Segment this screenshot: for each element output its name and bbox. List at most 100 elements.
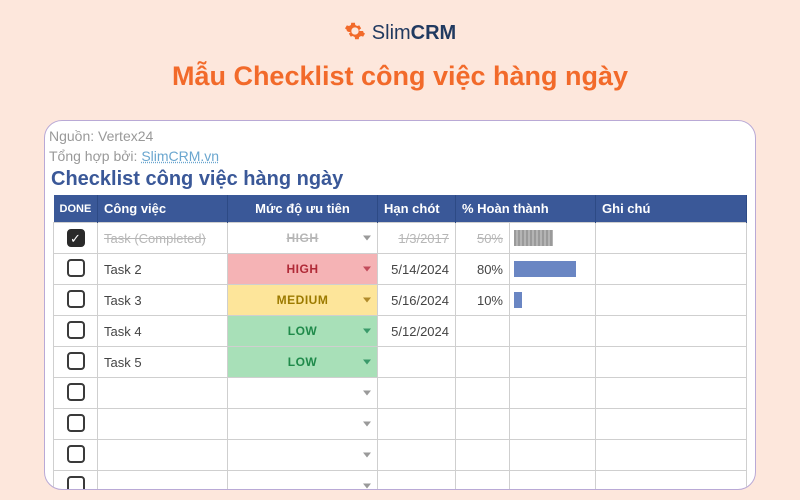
- priority-cell[interactable]: LOW: [228, 347, 378, 378]
- task-name: Task 4: [104, 324, 142, 339]
- priority-cell[interactable]: MEDIUM: [228, 285, 378, 316]
- pct-cell[interactable]: [456, 347, 510, 378]
- done-checkbox[interactable]: [67, 352, 85, 370]
- pct-cell[interactable]: 10%: [456, 285, 510, 316]
- notes-cell[interactable]: [596, 223, 747, 254]
- notes-cell[interactable]: [596, 285, 747, 316]
- pct-cell[interactable]: [456, 440, 510, 471]
- pct-value: 80%: [477, 262, 503, 277]
- priority-cell[interactable]: HIGH: [228, 254, 378, 285]
- done-checkbox[interactable]: [67, 476, 85, 490]
- notes-cell[interactable]: [596, 254, 747, 285]
- priority-cell[interactable]: [228, 409, 378, 440]
- task-cell[interactable]: Task 4: [98, 316, 228, 347]
- col-priority: Mức độ ưu tiên: [228, 195, 378, 223]
- progress-bar-cell: [510, 347, 596, 378]
- due-cell[interactable]: 5/12/2024: [378, 316, 456, 347]
- done-checkbox[interactable]: [67, 321, 85, 339]
- table-row: [54, 409, 747, 440]
- due-cell[interactable]: [378, 378, 456, 409]
- progress-bar: [514, 261, 576, 277]
- chevron-down-icon: [363, 422, 371, 427]
- due-cell[interactable]: 5/16/2024: [378, 285, 456, 316]
- priority-label: HIGH: [287, 262, 319, 276]
- table-row: Task (Completed) HIGH 1/3/2017 50%: [54, 223, 747, 254]
- notes-cell[interactable]: [596, 378, 747, 409]
- due-cell[interactable]: 5/14/2024: [378, 254, 456, 285]
- progress-bar-cell: [510, 316, 596, 347]
- pct-cell[interactable]: 50%: [456, 223, 510, 254]
- col-due: Hạn chót: [378, 195, 456, 223]
- task-cell[interactable]: [98, 471, 228, 490]
- pct-cell[interactable]: 80%: [456, 254, 510, 285]
- done-checkbox[interactable]: [67, 414, 85, 432]
- table-row: [54, 471, 747, 490]
- notes-cell[interactable]: [596, 316, 747, 347]
- pct-cell[interactable]: [456, 471, 510, 490]
- table-row: [54, 440, 747, 471]
- task-cell[interactable]: Task (Completed): [98, 223, 228, 254]
- source-value: Vertex24: [98, 128, 153, 144]
- brand-name-light: Slim: [372, 22, 411, 44]
- pct-cell[interactable]: [456, 316, 510, 347]
- done-checkbox[interactable]: [67, 383, 85, 401]
- due-cell[interactable]: [378, 347, 456, 378]
- done-checkbox[interactable]: [67, 445, 85, 463]
- chevron-down-icon: [363, 484, 371, 489]
- progress-bar: [514, 292, 522, 308]
- compiled-by-link[interactable]: SlimCRM.vn: [141, 148, 219, 164]
- pct-cell[interactable]: [456, 409, 510, 440]
- priority-cell[interactable]: [228, 378, 378, 409]
- task-cell[interactable]: Task 3: [98, 285, 228, 316]
- page-title: Mẫu Checklist công việc hàng ngày: [0, 61, 800, 92]
- col-done: DONE: [54, 195, 98, 223]
- pct-cell[interactable]: [456, 378, 510, 409]
- task-cell[interactable]: [98, 378, 228, 409]
- gear-icon: [344, 20, 366, 47]
- done-checkbox[interactable]: [67, 290, 85, 308]
- notes-cell[interactable]: [596, 347, 747, 378]
- task-name: Task 5: [104, 355, 142, 370]
- priority-label: MEDIUM: [277, 293, 329, 307]
- task-cell[interactable]: [98, 409, 228, 440]
- chevron-down-icon: [363, 453, 371, 458]
- source-line: Nguồn: Vertex24: [49, 127, 747, 147]
- due-date: 5/12/2024: [391, 324, 449, 339]
- task-cell[interactable]: Task 2: [98, 254, 228, 285]
- table-row: [54, 378, 747, 409]
- priority-label: HIGH: [287, 231, 319, 245]
- priority-cell[interactable]: HIGH: [228, 223, 378, 254]
- priority-label: LOW: [288, 324, 318, 338]
- chevron-down-icon: [363, 391, 371, 396]
- chevron-down-icon: [363, 298, 371, 303]
- col-notes: Ghi chú: [596, 195, 747, 223]
- done-checkbox[interactable]: [67, 259, 85, 277]
- due-cell[interactable]: [378, 409, 456, 440]
- due-cell[interactable]: [378, 471, 456, 490]
- due-cell[interactable]: 1/3/2017: [378, 223, 456, 254]
- notes-cell[interactable]: [596, 471, 747, 490]
- progress-bar-cell: [510, 285, 596, 316]
- task-name: Task 3: [104, 293, 142, 308]
- priority-label: LOW: [288, 355, 318, 369]
- brand-text: SlimCRM: [372, 22, 456, 45]
- priority-cell[interactable]: LOW: [228, 316, 378, 347]
- notes-cell[interactable]: [596, 409, 747, 440]
- due-date: 1/3/2017: [398, 231, 449, 246]
- progress-bar-cell: [510, 378, 596, 409]
- chevron-down-icon: [363, 329, 371, 334]
- task-cell[interactable]: Task 5: [98, 347, 228, 378]
- task-cell[interactable]: [98, 440, 228, 471]
- progress-bar-cell: [510, 440, 596, 471]
- priority-cell[interactable]: [228, 471, 378, 490]
- due-date: 5/14/2024: [391, 262, 449, 277]
- col-pct: % Hoàn thành: [456, 195, 596, 223]
- progress-bar-cell: [510, 223, 596, 254]
- priority-cell[interactable]: [228, 440, 378, 471]
- notes-cell[interactable]: [596, 440, 747, 471]
- source-label: Nguồn:: [49, 128, 94, 144]
- due-date: 5/16/2024: [391, 293, 449, 308]
- sheet-title: Checklist công việc hàng ngày: [51, 168, 747, 191]
- done-checkbox[interactable]: [67, 229, 85, 247]
- due-cell[interactable]: [378, 440, 456, 471]
